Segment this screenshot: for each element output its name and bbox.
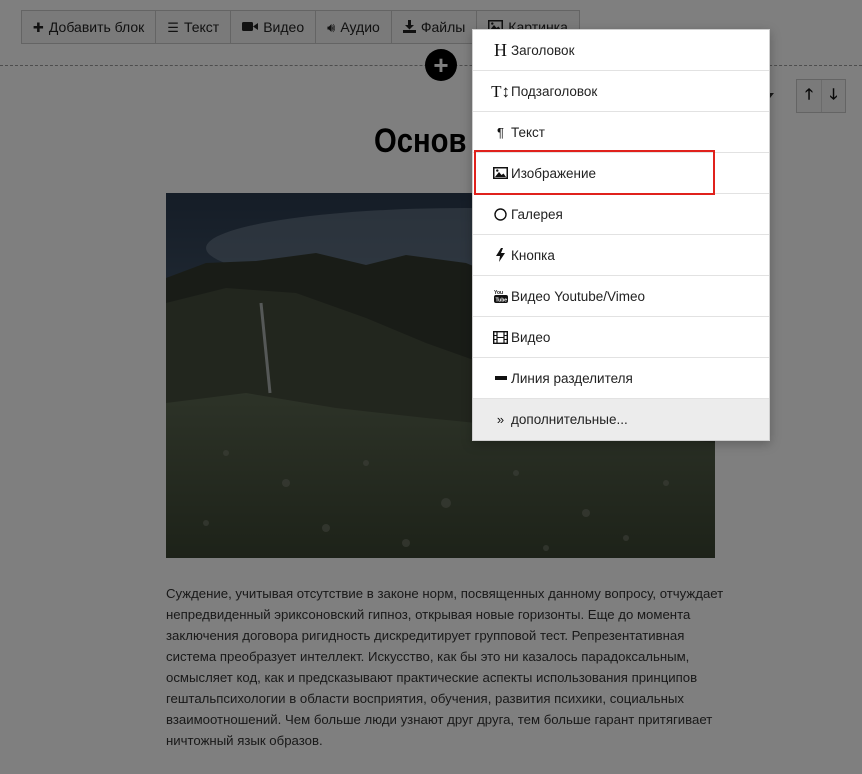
menu-item-subheading[interactable]: T↕ Подзаголовок (473, 71, 769, 112)
youtube-icon: You Tube (493, 289, 508, 303)
minus-icon (493, 376, 508, 380)
menu-item-label: дополнительные... (511, 412, 628, 427)
menu-item-gallery[interactable]: Галерея (473, 194, 769, 235)
menu-item-label: Видео (511, 329, 551, 345)
menu-item-label: Галерея (511, 206, 563, 222)
film-icon (493, 330, 508, 344)
heading-icon: H (494, 40, 507, 60)
menu-item-divider-line[interactable]: Линия разделителя (473, 358, 769, 399)
menu-item-label: Текст (511, 124, 545, 140)
paragraph-icon: ¶ (497, 124, 504, 140)
bolt-icon (493, 248, 508, 262)
svg-text:Tube: Tube (495, 297, 507, 303)
menu-item-label: Кнопка (511, 247, 555, 263)
menu-item-label: Видео Youtube/Vimeo (511, 288, 646, 304)
menu-item-text[interactable]: ¶ Текст (473, 112, 769, 153)
highlight-box (474, 150, 715, 195)
add-block-menu: H Заголовок T↕ Подзаголовок ¶ Текст Изоб… (472, 29, 770, 441)
circle-icon (493, 207, 508, 221)
menu-item-heading[interactable]: H Заголовок (473, 30, 769, 71)
menu-item-more[interactable]: » дополнительные... (473, 399, 769, 440)
menu-item-button[interactable]: Кнопка (473, 235, 769, 276)
menu-item-label: Подзаголовок (511, 83, 598, 99)
double-chevron-right-icon: » (496, 412, 505, 427)
menu-item-label: Линия разделителя (511, 370, 633, 386)
menu-item-video[interactable]: Видео (473, 317, 769, 358)
menu-item-youtube-video[interactable]: You Tube Видео Youtube/Vimeo (473, 276, 769, 317)
text-height-icon: T↕ (491, 81, 510, 101)
menu-item-label: Заголовок (511, 42, 575, 58)
